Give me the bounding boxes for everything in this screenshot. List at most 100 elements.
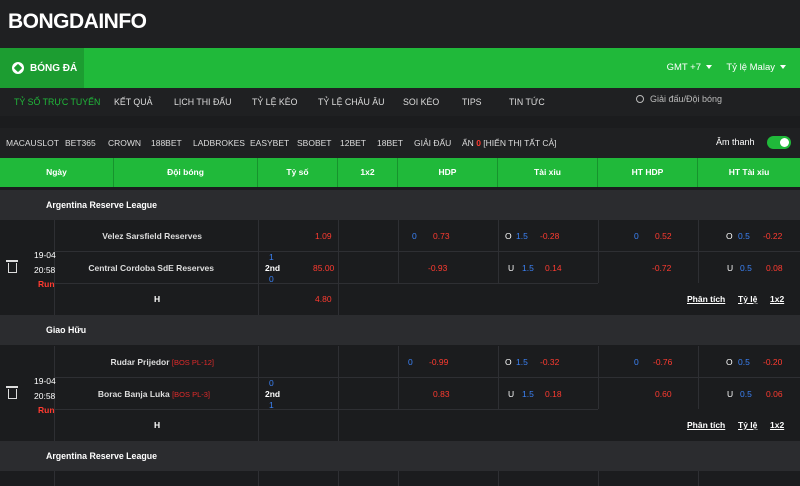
ht-hdp-line: 0 (634, 231, 639, 241)
col-score: Tỷ số (258, 158, 338, 187)
league-header: Argentina Reserve League (0, 441, 800, 471)
home-team-name: Rudar Prijedor (110, 357, 170, 367)
book-ladbrokes[interactable]: LADBROKES (193, 128, 245, 158)
nav-tips-analysis[interactable]: SOI KÈO (403, 88, 439, 116)
ht-hdp-home-odds[interactable]: 0.52 (655, 231, 672, 241)
book-easybet[interactable]: EASYBET (250, 128, 289, 158)
odds-type-label: Tỷ lệ Malay (726, 62, 775, 73)
top-header: BONGDAINFO (0, 0, 800, 48)
ht-ou-over-odds[interactable]: -0.20 (763, 357, 782, 367)
sound-toggle[interactable] (767, 136, 791, 149)
ht-ou-under-label: U (727, 389, 734, 399)
away-team-name: Borac Banja Luka (97, 389, 170, 399)
nav-live-score[interactable]: TỶ SỐ TRỰC TUYẾN (14, 88, 100, 116)
ou-under-odds[interactable]: 0.14 (545, 263, 562, 273)
ht-hdp-away-odds[interactable]: -0.72 (652, 263, 671, 273)
score-away: 1 (269, 400, 274, 410)
ht-hdp-line: 0 (634, 357, 639, 367)
book-bet365[interactable]: BET365 (65, 128, 96, 158)
book-macauslot[interactable]: MACAUSLOT (6, 128, 59, 158)
book-188bet[interactable]: 188BET (151, 128, 182, 158)
ht-ou-over-label: O (726, 231, 733, 241)
ou-under-label: U (508, 263, 515, 273)
odds-type-select[interactable]: Tỷ lệ Malay (726, 62, 786, 73)
col-hdp: HDP (398, 158, 498, 187)
match-period: 2nd (265, 263, 281, 273)
score-home: 1 (269, 252, 274, 262)
book-12bet[interactable]: 12BET (340, 128, 366, 158)
nav-results[interactable]: KẾT QUẢ (114, 88, 152, 116)
show-all-link[interactable]: [HIỂN THỊ TẤT CẢ] (483, 138, 556, 148)
match-period: 2nd (265, 389, 281, 399)
away-team[interactable]: Borac Banja Luka [BOS PL-3] (64, 389, 210, 399)
odds-link[interactable]: Tỷ lệ (738, 294, 757, 304)
home-team[interactable]: Velez Sarsfield Reserves (64, 231, 202, 241)
ht-ou-under-line: 0.5 (740, 389, 752, 399)
ht-hdp-home-odds[interactable]: -0.76 (653, 357, 672, 367)
ht-ou-line: 0.5 (738, 357, 750, 367)
home-team[interactable]: Rudar Prijedor [BOS PL-12] (64, 357, 214, 367)
tab-bong-da[interactable]: BÓNG ĐÁ (0, 48, 84, 88)
trash-icon[interactable] (6, 260, 18, 273)
draw-label: H (154, 420, 161, 430)
draw-label: H (154, 294, 161, 304)
ou-over-label: O (505, 357, 512, 367)
book-crown[interactable]: CROWN (108, 128, 141, 158)
analysis-link[interactable]: Phân tích (687, 420, 725, 430)
hdp-home-odds[interactable]: 0.73 (433, 231, 450, 241)
hdp-home-odds[interactable]: -0.99 (429, 357, 448, 367)
hdp-away-odds[interactable]: 0.83 (433, 389, 450, 399)
ht-ou-line: 0.5 (738, 231, 750, 241)
nav-euro-odds[interactable]: TỶ LỆ CHÂU ÂU (318, 88, 384, 116)
match-time: 20:58 (34, 391, 56, 401)
odds-link[interactable]: Tỷ lệ (738, 420, 757, 430)
odds-1x2-draw[interactable]: 4.80 (315, 294, 332, 304)
match-status: Run (38, 279, 55, 289)
sound-label: Âm thanh (716, 137, 755, 147)
col-ou: Tài xỉu (498, 158, 598, 187)
soccer-ball-icon (12, 62, 24, 74)
nav-schedule[interactable]: LỊCH THI ĐẤU (174, 88, 232, 116)
match-status: Run (38, 405, 55, 415)
home-team-name: Velez Sarsfield Reserves (102, 231, 202, 241)
ht-hdp-away-odds[interactable]: 0.60 (655, 389, 672, 399)
analysis-link[interactable]: Phân tích (687, 294, 725, 304)
bookmaker-bar: MACAUSLOT BET365 CROWN 188BET LADBROKES … (0, 128, 800, 158)
ou-under-odds[interactable]: 0.18 (545, 389, 562, 399)
timezone-select[interactable]: GMT +7 (667, 62, 712, 73)
search-input[interactable]: Giải đấu/Đội bóng (636, 94, 722, 104)
site-logo[interactable]: BONGDAINFO (8, 10, 147, 34)
ou-line: 1.5 (516, 231, 528, 241)
home-team-rank: [BOS PL-12] (171, 358, 214, 367)
search-icon (636, 95, 644, 103)
ou-over-odds[interactable]: -0.28 (540, 231, 559, 241)
main-nav: TỶ SỐ TRỰC TUYẾN KẾT QUẢ LỊCH THI ĐẤU TỶ… (0, 88, 800, 116)
league-header: Argentina Reserve League (0, 190, 800, 220)
ht-ou-under-line: 0.5 (740, 263, 752, 273)
tab-bong-da-label: BÓNG ĐÁ (30, 62, 78, 74)
trash-icon[interactable] (6, 386, 18, 399)
nav-news[interactable]: TIN TỨC (509, 88, 545, 116)
hidden-count[interactable]: ẨN 0 [HIỂN THỊ TẤT CẢ] (462, 128, 557, 158)
nav-odds[interactable]: TỶ LỆ KÈO (252, 88, 297, 116)
table-header: Ngày Đội bóng Tỷ số 1x2 HDP Tài xỉu HT H… (0, 158, 800, 187)
book-sbobet[interactable]: SBOBET (297, 128, 331, 158)
search-placeholder: Giải đấu/Đội bóng (650, 94, 723, 104)
ou-under-line: 1.5 (522, 389, 534, 399)
ht-ou-over-odds[interactable]: -0.22 (763, 231, 782, 241)
nav-tips[interactable]: TIPS (462, 88, 482, 116)
away-team[interactable]: Central Cordoba SdE Reserves (64, 263, 214, 273)
book-18bet[interactable]: 18BET (377, 128, 403, 158)
hdp-away-odds[interactable]: -0.93 (428, 263, 447, 273)
ou-under-line: 1.5 (522, 263, 534, 273)
odds-1x2-away[interactable]: 85.00 (313, 263, 334, 273)
ht-ou-under-odds[interactable]: 0.06 (766, 389, 783, 399)
ht-ou-over-label: O (726, 357, 733, 367)
ou-over-odds[interactable]: -0.32 (540, 357, 559, 367)
hdp-line: 0 (408, 357, 413, 367)
1x2-link[interactable]: 1x2 (770, 294, 784, 304)
odds-1x2-home[interactable]: 1.09 (315, 231, 332, 241)
1x2-link[interactable]: 1x2 (770, 420, 784, 430)
ht-ou-under-odds[interactable]: 0.08 (766, 263, 783, 273)
book-giai-dau[interactable]: GIẢI ĐẤU (414, 128, 451, 158)
